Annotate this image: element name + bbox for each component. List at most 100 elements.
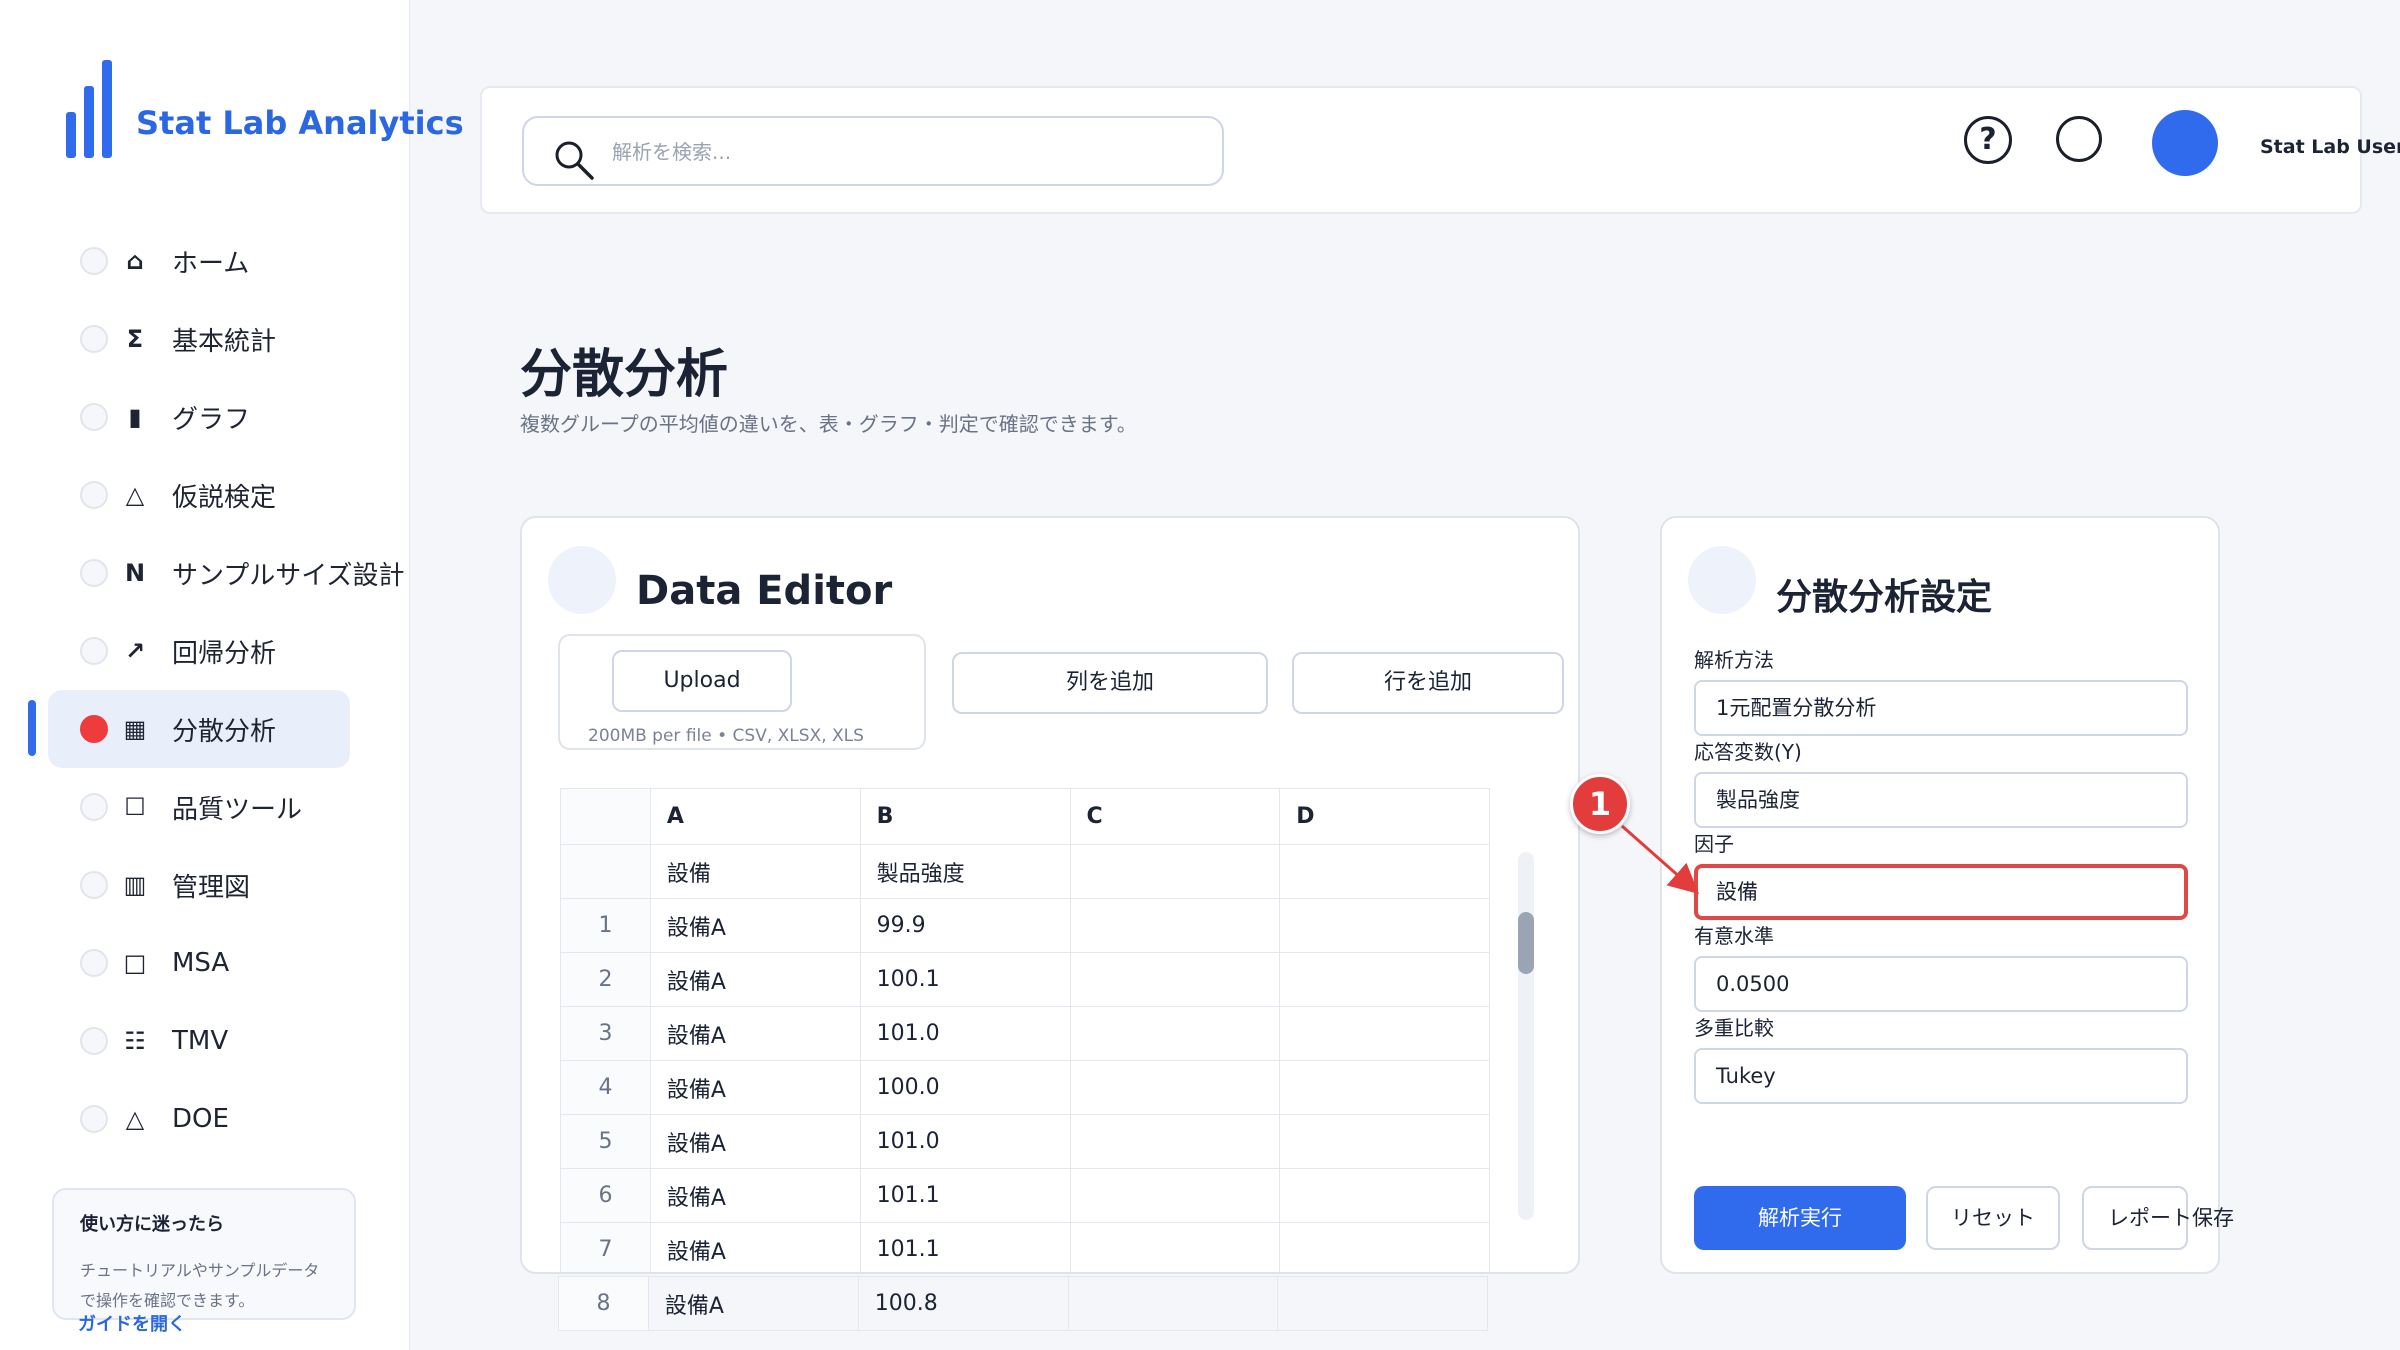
alpha-input[interactable]: 0.0500 <box>1694 956 2188 1012</box>
data-grid: A B C D 設備 製品強度 1 設備A 99.9 2 設備A 100.1 3 設備A 101… <box>560 788 1490 1272</box>
table-cell[interactable]: 設備A <box>649 952 861 1007</box>
table-cell[interactable]: 設備A <box>649 1222 861 1272</box>
table-cell[interactable]: 101.1 <box>859 1222 1071 1272</box>
reset-button[interactable]: リセット <box>1926 1186 2060 1250</box>
status-dot <box>80 559 108 587</box>
table-row: 5 設備A 101.0 <box>560 1114 1490 1169</box>
status-dot <box>80 403 108 431</box>
sidebar-item[interactable]: △ DOE <box>48 1080 350 1158</box>
table-cell[interactable] <box>1279 952 1490 1007</box>
row-number: 2 <box>560 952 651 1007</box>
upload-button[interactable]: Upload <box>612 650 792 712</box>
table-cell[interactable] <box>1069 898 1281 953</box>
sidebar-item-label: 回帰分析 <box>172 638 277 669</box>
notification-icon[interactable] <box>2056 116 2102 162</box>
data-editor-card: Data Editor Upload 200MB per file • CSV,… <box>520 516 1580 1274</box>
help-icon[interactable]: ? <box>1964 116 2012 164</box>
table-cell[interactable]: 設備 <box>649 844 861 899</box>
table-cell[interactable]: 設備A <box>649 1060 861 1115</box>
method-label: 解析方法 <box>1694 648 1774 672</box>
table-cell[interactable] <box>1069 1114 1281 1169</box>
table-cell[interactable] <box>1279 1222 1490 1272</box>
table-cell[interactable] <box>1279 1168 1490 1223</box>
table-cell[interactable] <box>1279 1006 1490 1061</box>
guide-link[interactable]: ガイドを開く <box>78 1310 186 1336</box>
table-cell[interactable]: 101.0 <box>859 1114 1071 1169</box>
table-cell[interactable]: 99.9 <box>859 898 1071 953</box>
table-cell[interactable] <box>1279 1060 1490 1115</box>
sidebar-item-label: ホーム <box>172 248 250 279</box>
column-header[interactable]: A <box>649 788 861 845</box>
table-cell[interactable] <box>1069 844 1281 899</box>
sidebar-item[interactable]: △ 仮説検定 <box>48 456 350 534</box>
table-cell[interactable] <box>1067 1276 1279 1331</box>
table-row: 7 設備A 101.1 <box>560 1222 1490 1272</box>
table-cell[interactable]: 101.0 <box>859 1006 1071 1061</box>
sidebar-item[interactable]: N サンプルサイズ設計 <box>48 534 404 612</box>
table-cell[interactable] <box>1279 1114 1490 1169</box>
table-cell[interactable]: 設備A <box>647 1276 859 1331</box>
status-dot <box>80 871 108 899</box>
sidebar-item[interactable]: □ MSA <box>48 924 350 1002</box>
upload-dropzone[interactable]: Upload 200MB per file • CSV, XLSX, XLS <box>558 634 926 750</box>
sidebar: Stat Lab Analytics ⌂ ホーム Σ 基本統計 ▮ グラフ △ 仮説検定 N サン… <box>0 0 464 1350</box>
search-input[interactable] <box>612 132 1192 172</box>
sidebar-item[interactable]: ▮ グラフ <box>48 378 350 456</box>
save-report-button[interactable]: レポート保存 <box>2082 1186 2234 1250</box>
vertical-scrollbar[interactable] <box>1518 852 1534 1220</box>
column-header-row: A B C D <box>560 788 1490 845</box>
table-row: 2 設備A 100.1 <box>560 952 1490 1007</box>
table-cell[interactable] <box>1069 1060 1281 1115</box>
table-cell[interactable] <box>1277 1276 1488 1331</box>
search-box[interactable] <box>522 116 1224 186</box>
status-dot <box>80 481 108 509</box>
table-cell[interactable]: 101.1 <box>859 1168 1071 1223</box>
column-header[interactable]: C <box>1069 788 1281 845</box>
sidebar-item[interactable]: ☷ TMV <box>48 1002 350 1080</box>
response-select[interactable]: 製品強度 <box>1694 772 2188 828</box>
table-cell[interactable]: 製品強度 <box>859 844 1071 899</box>
table-cell[interactable] <box>1069 952 1281 1007</box>
search-icon <box>555 141 594 180</box>
sidebar-item[interactable]: ↗ 回帰分析 <box>48 612 350 690</box>
add-column-button[interactable]: 列を追加 <box>952 652 1268 714</box>
run-analysis-button[interactable]: 解析実行 <box>1694 1186 1906 1250</box>
table-cell[interactable]: 100.0 <box>859 1060 1071 1115</box>
table-cell[interactable] <box>1069 1006 1281 1061</box>
factor-select[interactable]: 設備 <box>1694 864 2188 920</box>
method-select[interactable]: 1元配置分散分析 <box>1694 680 2188 736</box>
editor-icon <box>548 546 616 614</box>
sidebar-item[interactable]: ⌂ ホーム <box>48 222 350 300</box>
editor-title: Data Editor <box>636 568 893 614</box>
add-row-button[interactable]: 行を追加 <box>1292 652 1564 714</box>
user-name[interactable]: Stat Lab User <box>2260 136 2400 158</box>
table-cell[interactable]: 設備A <box>649 1006 861 1061</box>
table-cell[interactable] <box>1069 1168 1281 1223</box>
row-number: 7 <box>560 1222 651 1272</box>
table-cell[interactable]: 設備A <box>649 1114 861 1169</box>
grid-icon: ▦ <box>123 715 147 743</box>
table-cell[interactable]: 設備A <box>649 1168 861 1223</box>
table-cell[interactable] <box>1279 844 1490 899</box>
table-cell[interactable]: 設備A <box>649 898 861 953</box>
sidebar-item-label: 品質ツール <box>172 794 303 825</box>
table-cell[interactable] <box>1069 1222 1281 1272</box>
sidebar-item-label: サンプルサイズ設計 <box>172 560 405 591</box>
variable-name-row: 設備 製品強度 <box>560 844 1490 899</box>
column-header[interactable]: B <box>859 788 1071 845</box>
sidebar-item[interactable]: Σ 基本統計 <box>48 300 350 378</box>
table-cell[interactable]: 100.8 <box>857 1276 1069 1331</box>
avatar[interactable] <box>2152 110 2218 176</box>
help-text: チュートリアルやサンプルデータで操作を確認できます。 <box>80 1261 320 1310</box>
sidebar-item[interactable]: ▥ 管理図 <box>48 846 350 924</box>
scrollbar-thumb[interactable] <box>1518 912 1534 974</box>
table-cell[interactable] <box>1279 898 1490 953</box>
multi-compare-select[interactable]: Tukey <box>1694 1048 2188 1104</box>
app-logo[interactable]: Stat Lab Analytics <box>66 60 464 158</box>
row-number: 4 <box>560 1060 651 1115</box>
sidebar-item[interactable]: ▦ 分散分析 <box>48 690 350 768</box>
sidebar-item[interactable]: ☐ 品質ツール <box>48 768 350 846</box>
table-cell[interactable]: 100.1 <box>859 952 1071 1007</box>
status-dot <box>80 325 108 353</box>
column-header[interactable]: D <box>1279 788 1490 845</box>
